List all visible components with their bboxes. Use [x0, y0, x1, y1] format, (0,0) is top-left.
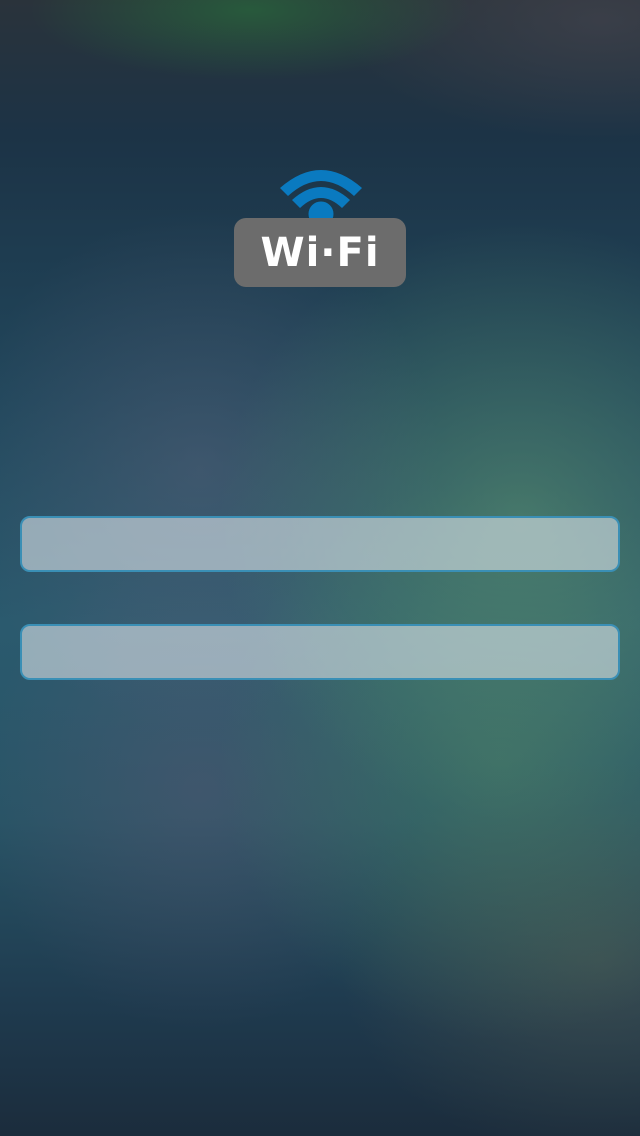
second-input-field[interactable]	[20, 624, 620, 680]
wifi-badge: Wi·Fi	[234, 218, 406, 287]
wifi-logo-text: Wi·Fi	[260, 229, 380, 276]
first-input-field[interactable]	[20, 516, 620, 572]
wifi-logo: Wi·Fi	[234, 158, 408, 290]
